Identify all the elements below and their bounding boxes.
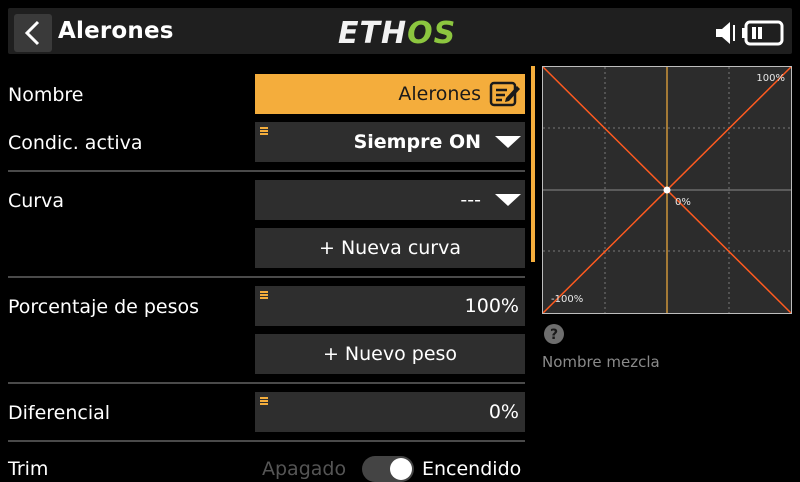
divider [8, 170, 525, 172]
trim-on-label: Encendido [422, 458, 522, 480]
back-button[interactable] [14, 14, 52, 52]
curve-value: --- [460, 189, 481, 211]
graph-min-label: -100% [551, 294, 584, 305]
name-field[interactable]: Alerones [255, 74, 525, 114]
graph-max-label: 100% [756, 73, 785, 84]
dropdown-arrow-icon [495, 194, 521, 206]
active-condition-label: Condic. activa [8, 132, 143, 154]
weight-value: 100% [464, 295, 519, 317]
graph-canvas [543, 67, 791, 313]
divider [8, 440, 525, 442]
weight-field[interactable]: 100% [255, 286, 525, 326]
curve-dropdown[interactable]: --- [255, 180, 525, 220]
trim-toggle[interactable] [362, 456, 414, 482]
page-title: Alerones [58, 18, 174, 44]
new-weight-button[interactable]: + Nuevo peso [255, 334, 525, 374]
scrollbar[interactable] [531, 66, 535, 262]
chevron-left-icon [24, 20, 40, 46]
trim-off-label: Apagado [262, 458, 347, 480]
trim-label: Trim [8, 458, 49, 480]
divider [8, 276, 525, 278]
svg-text:?: ? [550, 327, 558, 343]
edit-icon[interactable] [489, 80, 521, 108]
drag-handle-icon [260, 127, 268, 135]
top-bar: Alerones ETHOS [0, 0, 800, 58]
differential-label: Diferencial [8, 402, 111, 424]
new-curve-label: + Nueva curva [318, 237, 462, 259]
battery-icon [742, 20, 784, 46]
speaker-icon[interactable] [714, 20, 738, 46]
active-condition-value: Siempre ON [353, 131, 481, 153]
differential-field[interactable]: 0% [255, 392, 525, 432]
name-label: Nombre [8, 84, 84, 106]
curve-point [663, 186, 671, 194]
graph-center-label: 0% [675, 197, 691, 208]
drag-handle-icon [260, 397, 268, 405]
weight-label: Porcentaje de pesos [8, 296, 200, 318]
name-value: Alerones [398, 83, 481, 105]
logo-text-eth: ETH [338, 16, 408, 51]
toggle-knob [390, 458, 412, 480]
dropdown-arrow-icon [495, 136, 521, 148]
drag-handle-icon [260, 291, 268, 299]
logo-text-os: OS [407, 16, 457, 51]
new-curve-button[interactable]: + Nueva curva [255, 228, 525, 268]
mix-curve-graph: 100% 0% -100% [542, 66, 792, 314]
ethos-logo: ETHOS [338, 16, 456, 51]
help-icon[interactable]: ? [543, 323, 565, 345]
new-weight-label: + Nuevo peso [322, 343, 458, 365]
active-condition-dropdown[interactable]: Siempre ON [255, 122, 525, 162]
curve-label: Curva [8, 190, 65, 212]
differential-value: 0% [488, 401, 519, 423]
divider [8, 382, 525, 384]
mix-name-label: Nombre mezcla [542, 353, 660, 371]
